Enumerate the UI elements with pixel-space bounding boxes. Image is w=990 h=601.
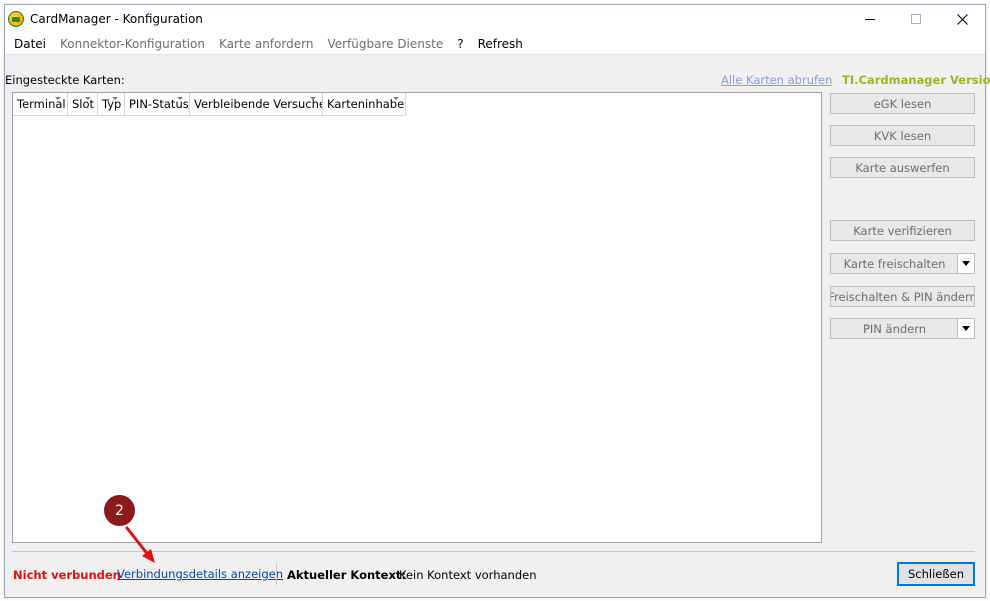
column-header-slot[interactable]: Slot xyxy=(68,93,98,116)
minimize-icon xyxy=(865,19,875,20)
menu-bar: Datei Konnektor-Konfiguration Karte anfo… xyxy=(5,33,985,55)
maximize-button[interactable] xyxy=(893,5,939,33)
connection-status: Nicht verbunden xyxy=(13,568,121,582)
button-label: Karte auswerfen xyxy=(855,160,950,175)
app-icon xyxy=(8,11,24,27)
table-header: Terminal Slot Typ PIN-Status Verbleibend… xyxy=(13,93,406,116)
eject-card-button[interactable]: Karte auswerfen xyxy=(830,157,975,178)
menu-item-datei[interactable]: Datei xyxy=(7,33,53,55)
sort-icon xyxy=(393,97,399,100)
annotation-marker: 2 xyxy=(104,495,135,526)
fetch-all-cards-link[interactable]: Alle Karten abrufen xyxy=(721,73,832,87)
menu-item-verfuegbare-dienste[interactable]: Verfügbare Dienste xyxy=(320,33,450,55)
menu-item-konnektor-konfiguration[interactable]: Konnektor-Konfiguration xyxy=(53,33,212,55)
button-label: Karte freischalten xyxy=(843,256,946,271)
read-kvk-button[interactable]: KVK lesen xyxy=(830,125,975,146)
current-context-value: Kein Kontext vorhanden xyxy=(399,568,537,582)
cards-table[interactable]: Terminal Slot Typ PIN-Status Verbleibend… xyxy=(12,92,822,543)
version-label: TI.Cardmanager Version xyxy=(842,73,990,87)
button-label: eGK lesen xyxy=(873,96,932,111)
button-label: PIN ändern xyxy=(862,321,927,336)
unlock-card-dropdown[interactable] xyxy=(957,254,974,273)
chevron-down-icon xyxy=(962,326,970,331)
button-label: Freischalten & PIN ändern xyxy=(830,289,975,304)
unlock-and-change-pin-button[interactable]: Freischalten & PIN ändern xyxy=(830,286,975,307)
chevron-down-icon xyxy=(962,261,970,266)
button-label: KVK lesen xyxy=(873,128,932,143)
window-controls xyxy=(847,5,985,33)
column-header-terminal[interactable]: Terminal xyxy=(13,93,68,116)
sort-icon xyxy=(55,97,61,100)
read-egk-button[interactable]: eGK lesen xyxy=(830,93,975,114)
unlock-card-button[interactable]: Karte freischalten xyxy=(830,253,975,274)
close-button[interactable]: Schließen xyxy=(897,562,975,586)
menu-item-help[interactable]: ? xyxy=(450,33,470,55)
inserted-cards-label: Eingesteckte Karten: xyxy=(5,73,125,87)
sort-icon xyxy=(177,97,183,100)
annotation-arrow-icon xyxy=(125,526,155,563)
close-window-button[interactable] xyxy=(939,5,985,33)
menu-item-refresh[interactable]: Refresh xyxy=(471,33,530,55)
maximize-icon xyxy=(911,14,921,24)
annotation-number: 2 xyxy=(115,502,124,519)
change-pin-button[interactable]: PIN ändern xyxy=(830,318,975,339)
close-icon xyxy=(956,13,968,25)
window-title: CardManager - Konfiguration xyxy=(30,12,203,26)
change-pin-dropdown[interactable] xyxy=(957,319,974,338)
sort-icon xyxy=(310,97,316,100)
current-context-label: Aktueller Kontext: xyxy=(287,568,406,582)
column-header-typ[interactable]: Typ xyxy=(98,93,125,116)
column-header-pin-status[interactable]: PIN-Status xyxy=(125,93,190,116)
sort-icon xyxy=(112,97,118,100)
button-label: Schließen xyxy=(908,567,964,581)
title-bar[interactable]: CardManager - Konfiguration xyxy=(5,5,985,33)
sort-icon xyxy=(85,97,91,100)
connection-details-link[interactable]: Verbindungsdetails anzeigen xyxy=(117,567,283,581)
verify-card-button[interactable]: Karte verifizieren xyxy=(830,220,975,241)
minimize-button[interactable] xyxy=(847,5,893,33)
column-header-karteninhaber[interactable]: Karteninhaber xyxy=(323,93,406,116)
button-label: Karte verifizieren xyxy=(853,223,952,238)
column-header-remaining-attempts[interactable]: Verbleibende Versuche xyxy=(190,93,323,116)
menu-item-karte-anfordern[interactable]: Karte anfordern xyxy=(212,33,320,55)
app-window: CardManager - Konfiguration Datei Konnek… xyxy=(4,4,990,598)
status-separator xyxy=(276,563,277,585)
column-header-label: Verbleibende Versuche xyxy=(194,97,323,111)
